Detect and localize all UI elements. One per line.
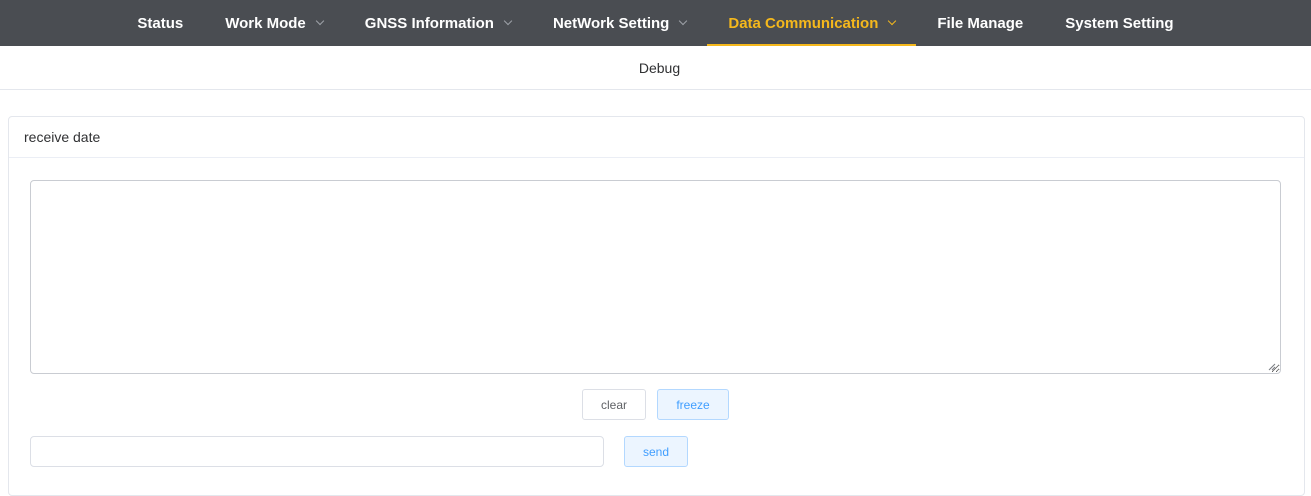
receive-data-textarea[interactable] [30, 180, 1281, 374]
nav-item-label: Data Communication [728, 14, 879, 32]
chevron-down-icon [679, 16, 688, 25]
nav-item-file-manage[interactable]: File Manage [916, 0, 1044, 46]
nav-item-label: NetWork Setting [552, 14, 670, 32]
nav-item-label: GNSS Information [364, 14, 494, 32]
chevron-down-icon [888, 16, 897, 25]
nav-item-gnss-information[interactable]: GNSS Information [344, 0, 532, 46]
card-header: receive date [9, 117, 1304, 158]
card-title: receive date [24, 129, 101, 145]
nav-item-label: Work Mode [225, 14, 306, 32]
nav-item-label: System Setting [1065, 14, 1174, 32]
freeze-button[interactable]: freeze [657, 389, 729, 420]
nav-item-label: File Manage [937, 14, 1024, 32]
nav-item-work-mode[interactable]: Work Mode [204, 0, 344, 46]
subnav-item-debug[interactable]: Debug [639, 60, 680, 76]
nav-item-network-setting[interactable]: NetWork Setting [532, 0, 707, 46]
top-navigation-bar: Status Work Mode GNSS Information NetWor… [0, 0, 1311, 46]
nav-item-system-setting[interactable]: System Setting [1044, 0, 1194, 46]
nav-item-status[interactable]: Status [116, 0, 204, 46]
chevron-down-icon [315, 16, 325, 25]
chevron-down-icon [503, 16, 513, 25]
clear-button[interactable]: clear [582, 389, 646, 420]
nav-item-data-communication[interactable]: Data Communication [707, 0, 917, 46]
receive-data-card: receive date clear freeze send [8, 116, 1305, 496]
resize-grip-icon[interactable] [1268, 363, 1276, 371]
send-data-input[interactable] [30, 436, 604, 467]
send-button[interactable]: send [624, 436, 688, 467]
nav-item-label: Status [137, 14, 184, 32]
sub-navigation: Debug [0, 46, 1311, 90]
